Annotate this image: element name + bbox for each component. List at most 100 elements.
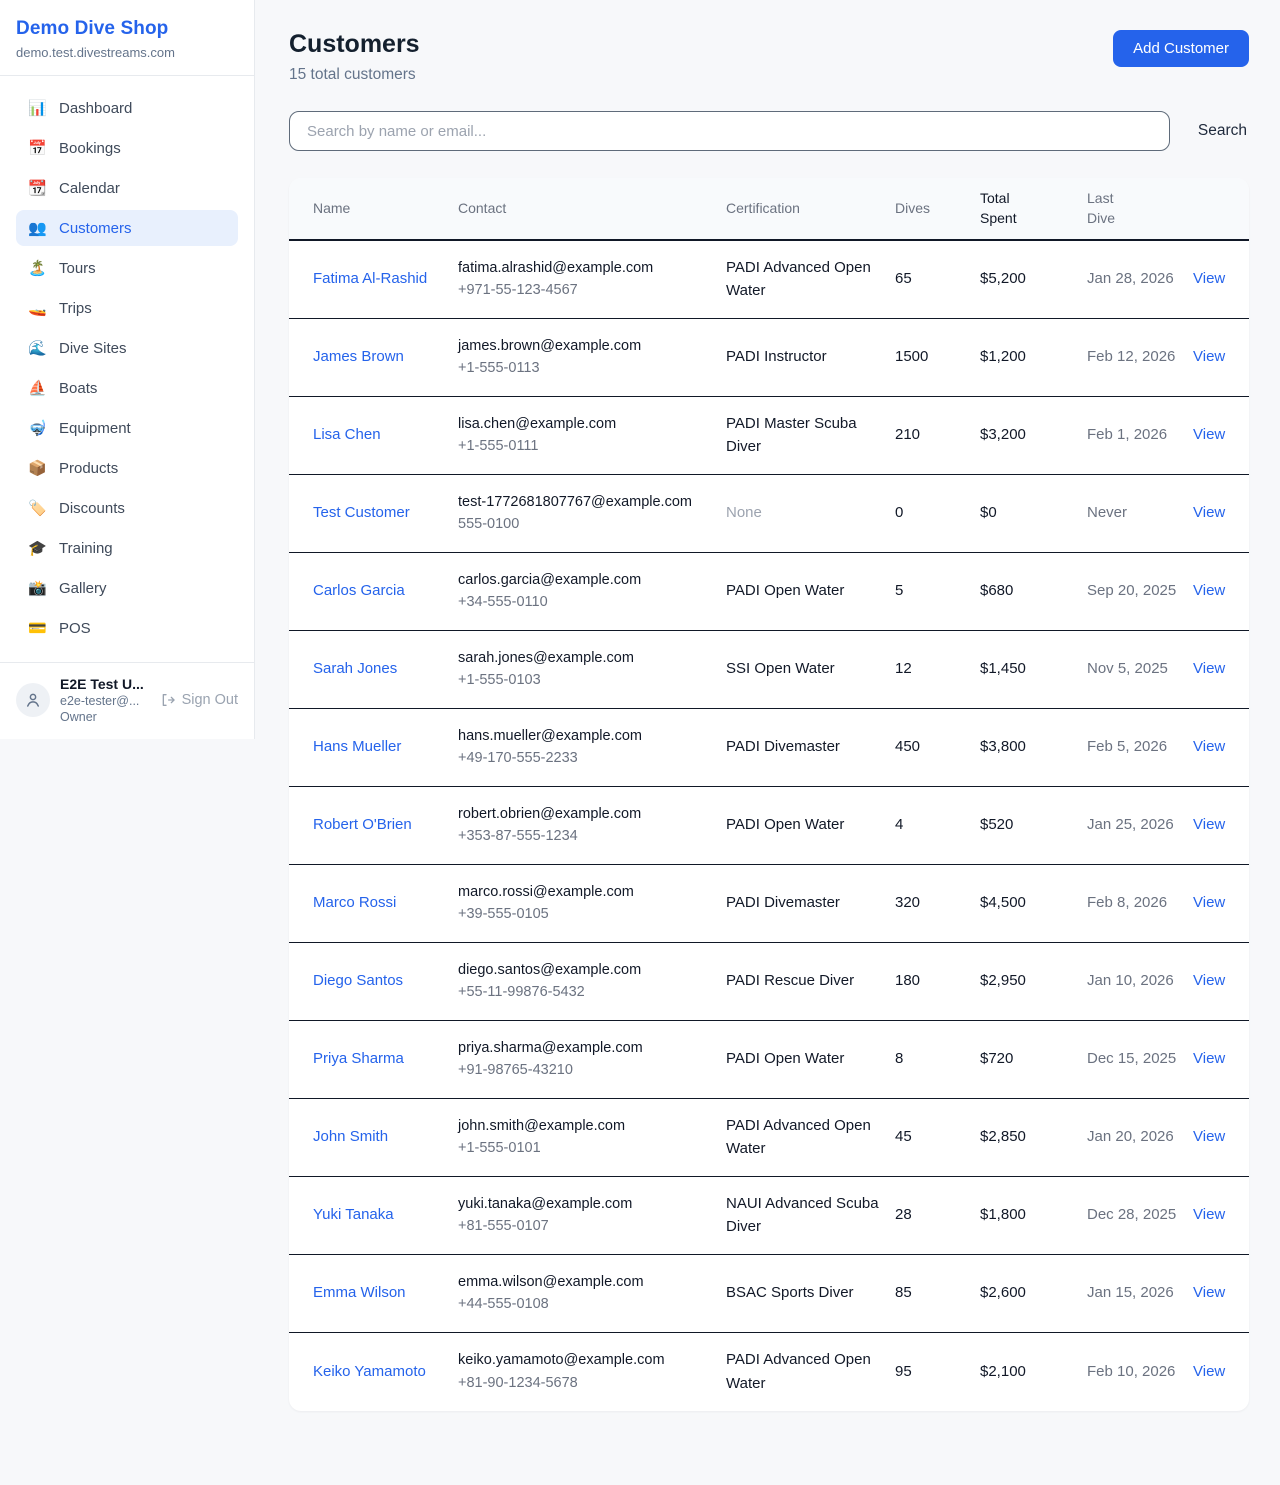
customer-name-link[interactable]: James Brown	[313, 345, 404, 368]
sidebar-item-customers[interactable]: 👥 Customers	[16, 210, 238, 246]
customer-name-link[interactable]: Keiko Yamamoto	[313, 1360, 426, 1383]
sidebar-item-calendar[interactable]: 📆 Calendar	[16, 170, 238, 206]
user-email: e2e-tester@...	[60, 694, 144, 708]
view-customer-link[interactable]: View	[1193, 1206, 1225, 1223]
add-customer-button[interactable]: Add Customer	[1113, 30, 1249, 67]
customer-name-link[interactable]: Fatima Al-Rashid	[313, 267, 427, 290]
view-customer-link[interactable]: View	[1193, 972, 1225, 989]
credit-card-icon: 💳	[28, 619, 46, 637]
search-button[interactable]: Search	[1196, 116, 1249, 146]
customer-dives: 320	[895, 876, 980, 929]
view-customer-link[interactable]: View	[1193, 1363, 1225, 1380]
view-customer-link[interactable]: View	[1193, 426, 1225, 443]
sidebar-item-products[interactable]: 📦 Products	[16, 450, 238, 486]
customer-phone: +39-555-0105	[458, 903, 710, 925]
view-customer-link[interactable]: View	[1193, 1050, 1225, 1067]
table-row: Priya Sharma priya.sharma@example.com +9…	[289, 1021, 1249, 1099]
table-row: Yuki Tanaka yuki.tanaka@example.com +81-…	[289, 1177, 1249, 1255]
search-row: Search	[289, 111, 1249, 151]
view-customer-link[interactable]: View	[1193, 1284, 1225, 1301]
table-row: Diego Santos diego.santos@example.com +5…	[289, 943, 1249, 1021]
customer-total-spent: $1,800	[980, 1188, 1087, 1241]
customer-name-link[interactable]: Lisa Chen	[313, 423, 381, 446]
search-input[interactable]	[289, 111, 1170, 151]
customer-phone: +1-555-0113	[458, 357, 710, 379]
customer-email: robert.obrien@example.com	[458, 803, 710, 825]
customer-certification: PADI Advanced Open Water	[726, 1099, 895, 1176]
customer-phone: +1-555-0101	[458, 1137, 710, 1159]
view-customer-link[interactable]: View	[1193, 504, 1225, 521]
customer-name-link[interactable]: Test Customer	[313, 501, 410, 524]
sidebar-item-discounts[interactable]: 🏷️ Discounts	[16, 490, 238, 526]
sidebar-item-equipment[interactable]: 🤿 Equipment	[16, 410, 238, 446]
customer-phone: 555-0100	[458, 513, 710, 535]
sidebar-item-tours[interactable]: 🏝️ Tours	[16, 250, 238, 286]
sidebar-item-pos[interactable]: 💳 POS	[16, 610, 238, 646]
page-header: Customers 15 total customers Add Custome…	[289, 30, 1249, 84]
calendar-icon: 📅	[28, 139, 46, 157]
customer-dives: 0	[895, 486, 980, 539]
customer-email: yuki.tanaka@example.com	[458, 1193, 710, 1215]
customer-last-dive: Feb 1, 2026	[1087, 408, 1193, 461]
customer-certification: PADI Open Water	[726, 564, 895, 617]
customer-dives: 28	[895, 1188, 980, 1241]
user-name: E2E Test U...	[60, 676, 144, 692]
view-customer-link[interactable]: View	[1193, 816, 1225, 833]
sidebar-item-label: POS	[59, 620, 91, 637]
view-customer-link[interactable]: View	[1193, 738, 1225, 755]
view-customer-link[interactable]: View	[1193, 894, 1225, 911]
view-customer-link[interactable]: View	[1193, 270, 1225, 287]
customer-name-link[interactable]: Hans Mueller	[313, 735, 401, 758]
sidebar-item-label: Training	[59, 540, 113, 557]
customer-total-spent: $1,200	[980, 330, 1087, 383]
customer-email: fatima.alrashid@example.com	[458, 257, 710, 279]
sidebar-item-bookings[interactable]: 📅 Bookings	[16, 130, 238, 166]
view-customer-link[interactable]: View	[1193, 1128, 1225, 1145]
customer-last-dive: Dec 15, 2025	[1087, 1032, 1193, 1085]
customer-email: john.smith@example.com	[458, 1115, 710, 1137]
sign-out-button[interactable]: Sign Out	[160, 692, 238, 708]
customer-name-link[interactable]: John Smith	[313, 1125, 388, 1148]
customer-email: marco.rossi@example.com	[458, 881, 710, 903]
customer-total-spent: $2,100	[980, 1345, 1087, 1398]
customer-phone: +353-87-555-1234	[458, 825, 710, 847]
view-customer-link[interactable]: View	[1193, 660, 1225, 677]
column-header-dives: Dives	[895, 188, 980, 228]
customer-email: keiko.yamamoto@example.com	[458, 1349, 710, 1371]
sidebar-item-label: Dive Sites	[59, 340, 127, 357]
sidebar-item-trips[interactable]: 🚤 Trips	[16, 290, 238, 326]
customer-name-link[interactable]: Sarah Jones	[313, 657, 397, 680]
customer-name-link[interactable]: Priya Sharma	[313, 1047, 404, 1070]
customer-email: james.brown@example.com	[458, 335, 710, 357]
customer-phone: +1-555-0103	[458, 669, 710, 691]
sidebar-item-dashboard[interactable]: 📊 Dashboard	[16, 90, 238, 126]
customer-certification: BSAC Sports Diver	[726, 1266, 895, 1319]
customer-certification: PADI Divemaster	[726, 876, 895, 929]
customer-name-link[interactable]: Robert O'Brien	[313, 813, 412, 836]
page-title: Customers	[289, 30, 420, 59]
customer-name-link[interactable]: Diego Santos	[313, 969, 403, 992]
sidebar-item-training[interactable]: 🎓 Training	[16, 530, 238, 566]
customer-name-link[interactable]: Carlos Garcia	[313, 579, 405, 602]
customer-certification: NAUI Advanced Scuba Diver	[726, 1177, 895, 1254]
customer-name-link[interactable]: Marco Rossi	[313, 891, 396, 914]
customer-certification: PADI Rescue Diver	[726, 954, 895, 1007]
customer-dives: 85	[895, 1266, 980, 1319]
sidebar-item-label: Products	[59, 460, 118, 477]
view-customer-link[interactable]: View	[1193, 582, 1225, 599]
customer-name-link[interactable]: Emma Wilson	[313, 1281, 406, 1304]
sidebar-item-boats[interactable]: ⛵ Boats	[16, 370, 238, 406]
sidebar-nav: 📊 Dashboard 📅 Bookings 📆 Calendar 👥 Cust…	[0, 76, 254, 656]
sidebar-item-gallery[interactable]: 📸 Gallery	[16, 570, 238, 606]
table-row: Robert O'Brien robert.obrien@example.com…	[289, 787, 1249, 865]
table-row: John Smith john.smith@example.com +1-555…	[289, 1099, 1249, 1177]
customer-total-spent: $4,500	[980, 876, 1087, 929]
column-header-total-spent: Total Spent	[980, 178, 1042, 239]
column-header-actions	[1193, 198, 1225, 218]
customer-phone: +49-170-555-2233	[458, 747, 710, 769]
customer-dives: 8	[895, 1032, 980, 1085]
view-customer-link[interactable]: View	[1193, 348, 1225, 365]
customer-total-spent: $3,200	[980, 408, 1087, 461]
customer-name-link[interactable]: Yuki Tanaka	[313, 1203, 394, 1226]
sidebar-item-dive-sites[interactable]: 🌊 Dive Sites	[16, 330, 238, 366]
